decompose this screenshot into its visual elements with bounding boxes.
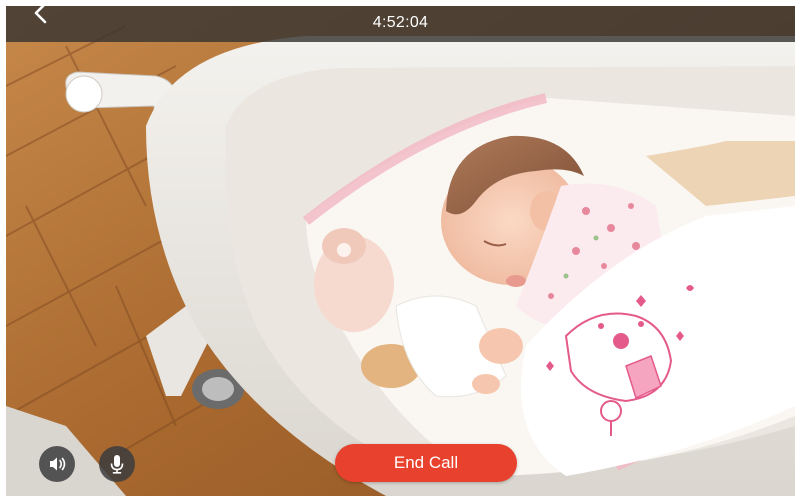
video-feed: 4:52:04 End Call — [6, 6, 795, 496]
end-call-button[interactable]: End Call — [335, 444, 517, 482]
top-bar: 4:52:04 — [6, 6, 795, 42]
speaker-button[interactable] — [39, 446, 75, 482]
call-timer: 4:52:04 — [372, 14, 429, 31]
camera-image — [6, 6, 795, 496]
speaker-icon — [50, 457, 66, 471]
microphone-icon — [110, 455, 124, 474]
microphone-button[interactable] — [99, 446, 135, 482]
